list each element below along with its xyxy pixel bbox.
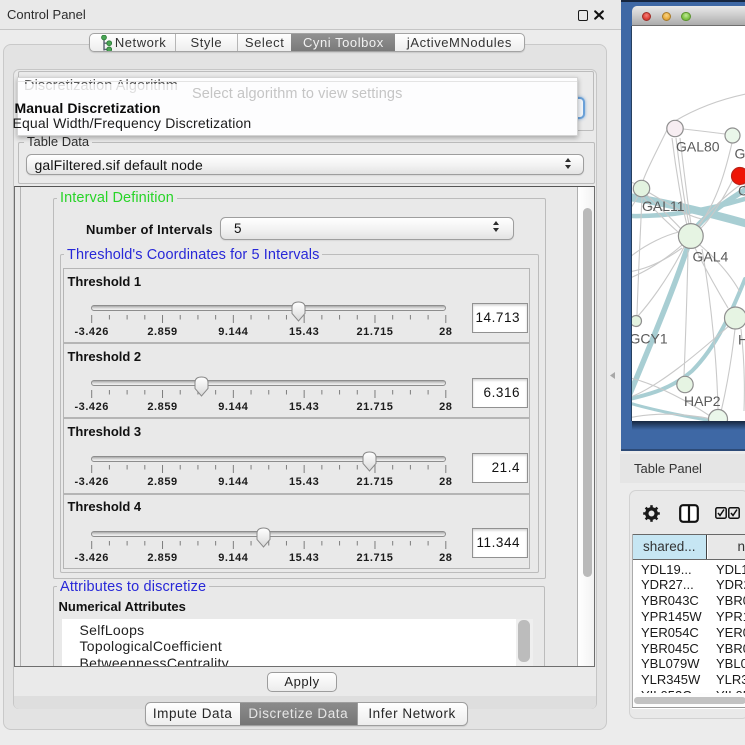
svg-text:9.144: 9.144 [218,401,249,413]
svg-text:2.859: 2.859 [147,326,177,338]
svg-text:28: 28 [439,401,452,413]
svg-text:-3.426: -3.426 [74,476,109,488]
svg-text:-3.426: -3.426 [74,326,109,338]
svg-text:15.43: 15.43 [289,326,319,338]
svg-text:28: 28 [439,326,452,338]
svg-text:21.715: 21.715 [356,552,393,564]
svg-text:9.144: 9.144 [218,476,249,488]
svg-text:28: 28 [439,476,452,488]
svg-text:15.43: 15.43 [289,476,319,488]
svg-text:GAL4: GAL4 [693,249,729,265]
svg-text:15.43: 15.43 [289,401,319,413]
svg-text:GAL80: GAL80 [676,139,720,155]
svg-text:C: C [738,183,745,199]
svg-text:-3.426: -3.426 [74,401,109,413]
svg-text:2.859: 2.859 [147,401,177,413]
svg-text:GAL11: GAL11 [642,198,685,214]
svg-text:15.43: 15.43 [289,552,319,564]
svg-text:GA: GA [735,146,745,162]
svg-text:21.715: 21.715 [356,476,393,488]
svg-text:2.859: 2.859 [147,552,177,564]
svg-text:H: H [738,332,745,348]
svg-text:9.144: 9.144 [218,326,249,338]
svg-text:21.715: 21.715 [356,326,393,338]
svg-text:28: 28 [439,552,452,564]
svg-text:21.715: 21.715 [356,401,393,413]
svg-text:2.859: 2.859 [147,476,177,488]
svg-text:HAP2: HAP2 [684,393,721,409]
svg-text:9.144: 9.144 [218,552,249,564]
svg-text:-3.426: -3.426 [74,552,109,564]
svg-text:GCY1: GCY1 [632,331,668,347]
